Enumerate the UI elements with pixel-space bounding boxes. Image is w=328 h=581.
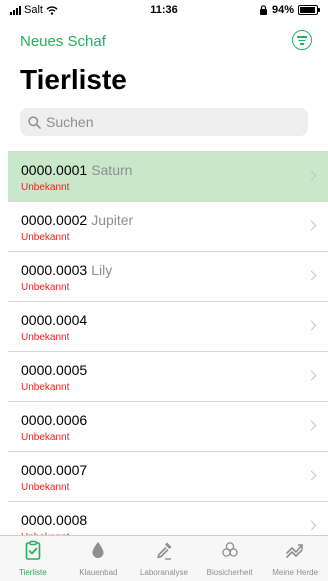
chevron-right-icon <box>306 420 317 431</box>
animal-id: 0000.0003 <box>21 262 88 278</box>
animal-row[interactable]: 0000.0005 Unbekannt <box>8 352 328 402</box>
filter-icon-line <box>298 39 306 42</box>
battery-fill <box>300 7 316 13</box>
animal-title: 0000.0004 <box>21 312 87 328</box>
tab-label: Meine Herde <box>272 568 319 577</box>
trend-arrows-icon <box>285 540 305 565</box>
animal-title: 0000.0006 <box>21 412 87 428</box>
status-right: 94% <box>259 4 320 16</box>
tab-biosicherheit[interactable]: Biosicherheit <box>197 536 263 581</box>
animal-row[interactable]: 0000.0003 Lily Unbekannt <box>8 252 328 302</box>
chevron-right-icon <box>306 320 317 331</box>
battery-percent: 94% <box>271 4 294 16</box>
chevron-right-icon <box>306 270 317 281</box>
nav-bar: Neues Schaf <box>0 30 328 54</box>
animal-status: Unbekannt <box>21 332 70 343</box>
filter-icon <box>297 36 307 38</box>
tab-label: Tierliste <box>18 568 47 577</box>
animal-status: Unbekannt <box>21 232 70 243</box>
animal-row[interactable]: 0000.0002 Jupiter Unbekannt <box>8 202 328 252</box>
page-title: Tierliste <box>20 64 127 95</box>
animal-status: Unbekannt <box>21 282 70 293</box>
tab-label: Klauenbad <box>79 568 118 577</box>
chevron-right-icon <box>306 470 317 481</box>
animal-row[interactable]: 0000.0006 Unbekannt <box>8 402 328 452</box>
chevron-right-icon <box>306 370 317 381</box>
pipette-icon <box>154 540 174 565</box>
animal-id: 0000.0004 <box>21 312 88 328</box>
animal-list: 0000.0001 Saturn Unbekannt 0000.0002 Jupit… <box>8 151 328 552</box>
search-bar[interactable] <box>20 108 308 136</box>
drop-icon <box>88 540 108 565</box>
animal-id: 0000.0007 <box>21 462 88 478</box>
animal-title: 0000.0003 Lily <box>21 262 112 278</box>
animal-status: Unbekannt <box>21 432 70 443</box>
chevron-right-icon <box>306 520 317 531</box>
filter-icon-line <box>300 43 304 45</box>
animal-title: 0000.0001 Saturn <box>21 162 132 178</box>
new-sheep-button[interactable]: Neues Schaf <box>20 33 106 50</box>
animal-id: 0000.0008 <box>21 512 88 528</box>
clipboard-check-icon <box>23 540 43 565</box>
animal-name: Jupiter <box>91 212 134 228</box>
tab-label: Laboranalyse <box>139 568 188 577</box>
filter-button[interactable] <box>292 30 312 50</box>
search-input[interactable] <box>46 114 286 130</box>
animal-id: 0000.0006 <box>21 412 88 428</box>
tab-tierliste[interactable]: Tierliste <box>0 536 66 581</box>
search-icon <box>28 115 41 129</box>
animal-title: 0000.0002 Jupiter <box>21 212 133 228</box>
animal-title: 0000.0005 <box>21 362 87 378</box>
animal-name: Lily <box>91 262 113 278</box>
tab-klauenbad[interactable]: Klauenbad <box>66 536 132 581</box>
tab-bar: Tierliste Klauenbad Laboranalyse Biosicherh… <box>0 535 328 581</box>
animal-name: Saturn <box>91 162 133 178</box>
orientation-lock-icon <box>259 5 267 15</box>
biohazard-icon <box>220 540 240 565</box>
animal-title: 0000.0007 <box>21 462 87 478</box>
animal-title: 0000.0008 <box>21 512 87 528</box>
animal-id: 0000.0005 <box>21 362 88 378</box>
chevron-right-icon <box>306 170 317 181</box>
tab-label: Biosicherheit <box>206 568 253 577</box>
animal-row[interactable]: 0000.0004 Unbekannt <box>8 302 328 352</box>
tab-laboranalyse[interactable]: Laboranalyse <box>131 536 197 581</box>
animal-row[interactable]: 0000.0001 Saturn Unbekannt <box>8 152 328 202</box>
status-bar: Salt 11:36 94% <box>0 0 328 22</box>
animal-row[interactable]: 0000.0007 Unbekannt <box>8 452 328 502</box>
animal-status: Unbekannt <box>21 482 70 493</box>
animal-id: 0000.0001 <box>21 162 88 178</box>
animal-status: Unbekannt <box>21 182 70 193</box>
animal-id: 0000.0002 <box>21 212 88 228</box>
tab-meine-herde[interactable]: Meine Herde <box>262 536 328 581</box>
chevron-right-icon <box>306 220 317 231</box>
battery-icon <box>298 5 320 15</box>
animal-status: Unbekannt <box>21 382 70 393</box>
